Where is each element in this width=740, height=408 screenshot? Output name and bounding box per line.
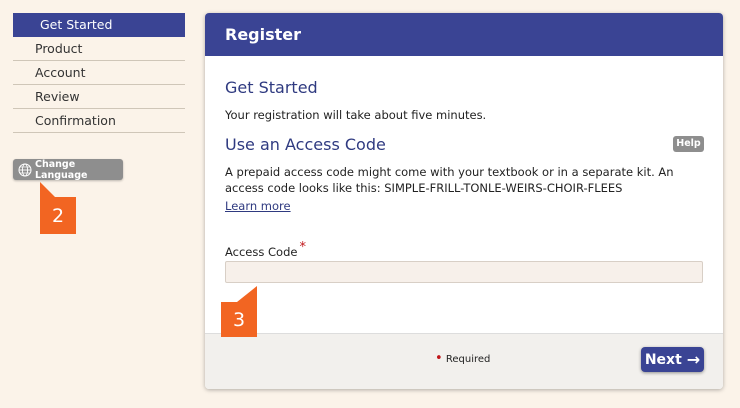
panel-footer: • Required Next → [205,333,723,389]
required-note: • Required [435,351,490,366]
access-code-label-text: Access Code [225,245,298,259]
next-button[interactable]: Next → [641,347,704,372]
panel-title: Register [205,13,723,56]
arrow-right-icon: → [686,350,701,369]
sidebar-nav: Get Started Product Account Review Confi… [13,13,185,133]
get-started-heading: Get Started [225,78,318,97]
intro-text: Your registration will take about five m… [225,108,487,122]
access-code-label: Access Code * [225,240,306,260]
sidebar-item-product[interactable]: Product [13,37,185,61]
callout-badge-3: 3 [221,302,257,337]
globe-icon [18,163,32,177]
register-panel: Register Get Started Your registration w… [205,13,723,389]
access-code-description: A prepaid access code might come with yo… [225,165,674,195]
change-language-button[interactable]: Change Language [13,158,123,181]
sidebar-item-confirmation[interactable]: Confirmation [13,109,185,133]
sidebar-item-get-started[interactable]: Get Started [13,13,185,37]
next-label: Next [644,351,682,368]
sidebar-item-review[interactable]: Review [13,85,185,109]
callout-badge-2: 2 [40,197,76,234]
help-button[interactable]: Help [673,136,704,152]
callout-3-pointer [221,286,257,302]
required-star: * [299,240,306,255]
required-text: Required [445,354,491,365]
access-code-input[interactable] [225,261,703,283]
sidebar-item-account[interactable]: Account [13,61,185,85]
access-code-heading: Use an Access Code [225,135,386,154]
callout-2-pointer [40,182,56,198]
learn-more-link[interactable]: Learn more [225,199,291,213]
change-language-label: Change Language [35,158,88,181]
required-dot: • [435,351,443,366]
